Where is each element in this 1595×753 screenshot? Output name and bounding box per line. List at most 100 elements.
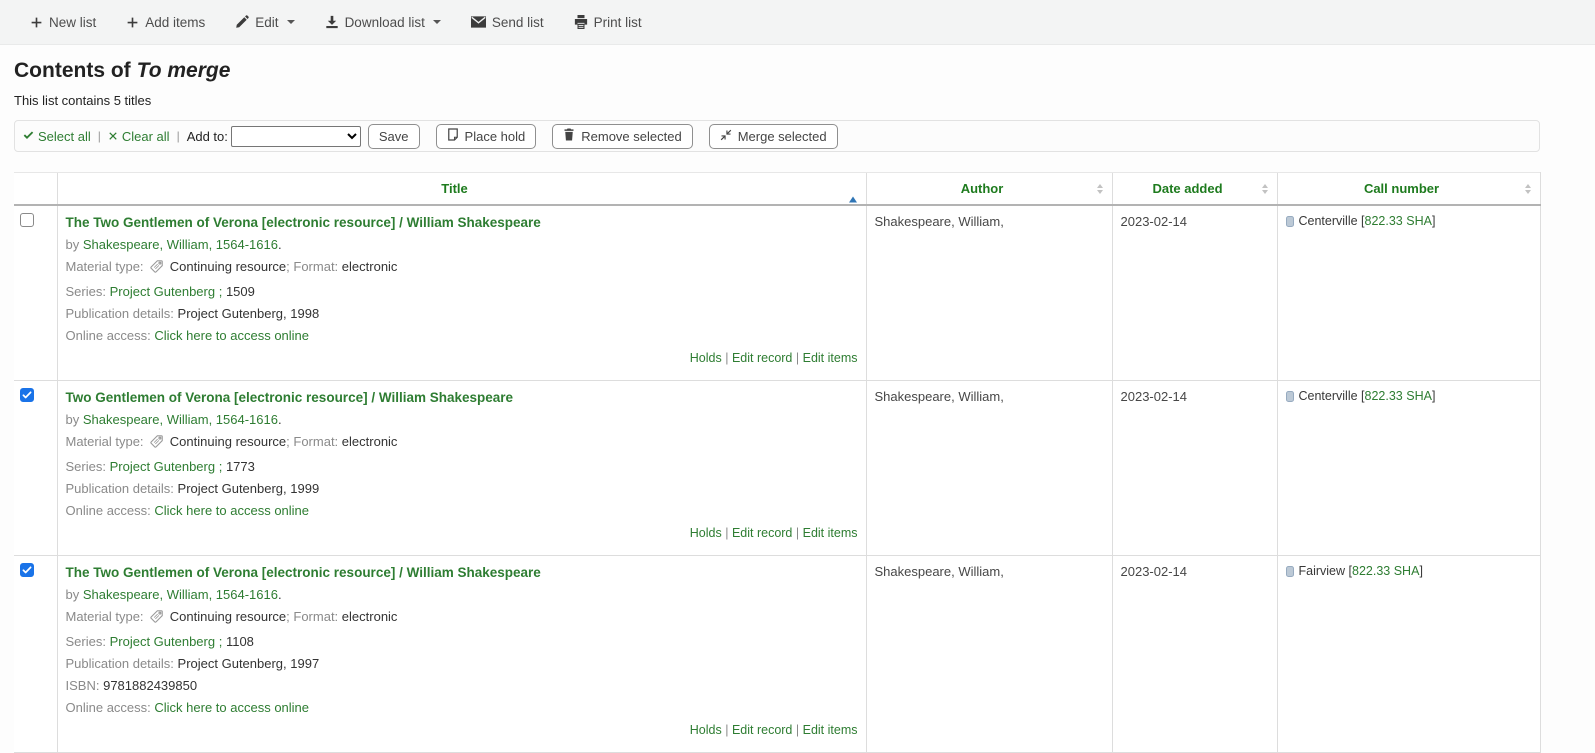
merge-icon	[720, 129, 732, 144]
chevron-down-icon	[287, 20, 295, 24]
list-count-text: This list contains 5 titles	[14, 93, 1595, 108]
trash-icon	[563, 128, 575, 144]
holds-link[interactable]: Holds	[690, 526, 722, 540]
send-list-button[interactable]: Send list	[471, 15, 544, 30]
plus-icon	[30, 16, 43, 29]
call-number-cell: Centerville [822.33 SHA]	[1277, 381, 1540, 556]
sort-both-icon	[1525, 184, 1531, 194]
list-toolbar: New list Add items Edit Download list Se…	[0, 0, 1595, 45]
title-link[interactable]: The Two Gentlemen of Verona [electronic …	[66, 215, 541, 230]
page-title: Contents ofTo merge	[14, 59, 1595, 83]
author-cell: Shakespeare, William,	[866, 205, 1112, 381]
envelope-icon	[471, 16, 486, 28]
merge-selected-button[interactable]: Merge selected	[709, 124, 838, 149]
row-checkbox-cell	[14, 381, 57, 556]
column-header-date-added[interactable]: Date added	[1112, 173, 1277, 206]
row-checkbox[interactable]	[20, 563, 34, 577]
call-number-link[interactable]: 822.33 SHA	[1365, 389, 1432, 403]
list-table-body: The Two Gentlemen of Verona [electronic …	[14, 205, 1540, 753]
checkbox-column-header	[14, 173, 57, 206]
author-cell: Shakespeare, William,	[866, 381, 1112, 556]
call-number-link[interactable]: 822.33 SHA	[1352, 564, 1419, 578]
row-checkbox[interactable]	[20, 388, 34, 402]
download-icon	[325, 15, 339, 29]
title-cell: The Two Gentlemen of Verona [electronic …	[57, 556, 866, 753]
date-added-cell: 2023-02-14	[1112, 556, 1277, 753]
sort-both-icon	[1262, 184, 1268, 194]
title-link[interactable]: Two Gentlemen of Verona [electronic reso…	[66, 390, 514, 405]
edit-record-link[interactable]: Edit record	[732, 526, 792, 540]
series-link[interactable]: Project Gutenberg ;	[110, 459, 223, 474]
column-header-title[interactable]: Title	[57, 173, 866, 206]
download-list-menu-button[interactable]: Download list	[325, 15, 441, 30]
add-to-label: Add to:	[187, 129, 228, 144]
remove-selected-button[interactable]: Remove selected	[552, 124, 692, 149]
home-library: Fairview	[1299, 564, 1346, 578]
by-label: by	[66, 237, 80, 252]
date-added-cell: 2023-02-14	[1112, 205, 1277, 381]
x-icon	[108, 129, 118, 144]
row-checkbox[interactable]	[20, 213, 34, 227]
row-checkbox-cell	[14, 556, 57, 753]
add-to-select[interactable]	[231, 126, 361, 147]
sort-asc-icon	[849, 181, 857, 196]
edit-menu-button[interactable]: Edit	[235, 15, 294, 30]
title-cell: The Two Gentlemen of Verona [electronic …	[57, 205, 866, 381]
holds-link[interactable]: Holds	[690, 351, 722, 365]
edit-record-link[interactable]: Edit record	[732, 723, 792, 737]
table-row: Two Gentlemen of Verona [electronic reso…	[14, 381, 1540, 556]
edit-items-link[interactable]: Edit items	[803, 351, 858, 365]
pencil-icon	[235, 15, 249, 29]
edit-items-link[interactable]: Edit items	[803, 723, 858, 737]
material-type-tag-icon	[149, 262, 164, 277]
column-header-call-number[interactable]: Call number	[1277, 173, 1540, 206]
call-number-cell: Fairview [822.33 SHA]	[1277, 556, 1540, 753]
selections-toolbar: Select all | Clear all | Add to: Save Pl…	[14, 120, 1540, 152]
online-access-link[interactable]: Click here to access online	[154, 503, 309, 518]
holds-link[interactable]: Holds	[690, 723, 722, 737]
author-link[interactable]: Shakespeare, William, 1564-1616	[83, 587, 278, 602]
online-access-link[interactable]: Click here to access online	[154, 700, 309, 715]
column-header-author[interactable]: Author	[866, 173, 1112, 206]
save-button[interactable]: Save	[368, 124, 420, 149]
title-cell: Two Gentlemen of Verona [electronic reso…	[57, 381, 866, 556]
clear-all-link[interactable]: Clear all	[108, 129, 170, 144]
place-hold-button[interactable]: Place hold	[436, 124, 537, 149]
call-number-cell: Centerville [822.33 SHA]	[1277, 205, 1540, 381]
by-label: by	[66, 587, 80, 602]
material-type-tag-icon	[149, 437, 164, 452]
edit-items-link[interactable]: Edit items	[803, 526, 858, 540]
new-list-button[interactable]: New list	[30, 15, 96, 30]
call-number-link[interactable]: 822.33 SHA	[1365, 214, 1432, 228]
online-access-link[interactable]: Click here to access online	[154, 328, 309, 343]
row-checkbox-cell	[14, 205, 57, 381]
item-spine-label-icon	[1286, 216, 1294, 230]
separator: |	[98, 129, 101, 143]
list-name: To merge	[137, 59, 231, 82]
hold-icon	[447, 128, 459, 144]
print-list-button[interactable]: Print list	[574, 15, 642, 30]
material-type-tag-icon	[149, 612, 164, 627]
table-row: The Two Gentlemen of Verona [electronic …	[14, 205, 1540, 381]
date-added-cell: 2023-02-14	[1112, 381, 1277, 556]
edit-record-link[interactable]: Edit record	[732, 351, 792, 365]
chevron-down-icon	[433, 20, 441, 24]
printer-icon	[574, 15, 588, 29]
list-contents-table: Title Author Date added Call number The …	[14, 172, 1541, 753]
sort-both-icon	[1097, 184, 1103, 194]
table-row: The Two Gentlemen of Verona [electronic …	[14, 556, 1540, 753]
author-link[interactable]: Shakespeare, William, 1564-1616	[83, 237, 278, 252]
author-link[interactable]: Shakespeare, William, 1564-1616	[83, 412, 278, 427]
add-items-button[interactable]: Add items	[126, 15, 205, 30]
by-label: by	[66, 412, 80, 427]
title-link[interactable]: The Two Gentlemen of Verona [electronic …	[66, 565, 541, 580]
table-header-row: Title Author Date added Call number	[14, 173, 1540, 206]
home-library: Centerville	[1299, 389, 1358, 403]
separator: |	[177, 129, 180, 143]
series-link[interactable]: Project Gutenberg ;	[110, 634, 223, 649]
item-spine-label-icon	[1286, 391, 1294, 405]
home-library: Centerville	[1299, 214, 1358, 228]
select-all-link[interactable]: Select all	[23, 129, 91, 144]
check-icon	[23, 129, 34, 144]
series-link[interactable]: Project Gutenberg ;	[110, 284, 223, 299]
